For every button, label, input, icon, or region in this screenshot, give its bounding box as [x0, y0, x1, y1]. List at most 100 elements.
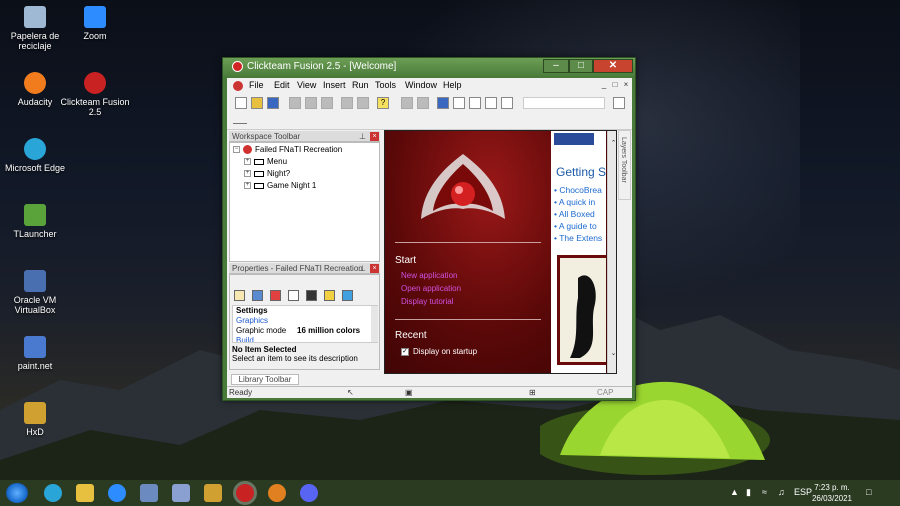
properties-close-button[interactable]: ×	[370, 264, 379, 273]
discord-icon[interactable]	[300, 484, 318, 502]
expand-icon[interactable]: +	[244, 158, 251, 166]
clickteam-icon[interactable]	[233, 481, 257, 505]
toolbar-combo-input[interactable]	[523, 97, 605, 109]
display-tutorial-link[interactable]: Display tutorial	[401, 297, 453, 306]
menu-insert[interactable]: Insert	[323, 80, 346, 90]
news-link[interactable]: • All Boxed	[554, 209, 595, 219]
network-icon[interactable]: ▮	[746, 487, 751, 498]
cut-icon[interactable]	[289, 97, 301, 109]
event-list-icon[interactable]	[485, 97, 497, 109]
hxd-icon[interactable]	[204, 484, 222, 502]
notifications-icon[interactable]: □	[866, 487, 871, 497]
open-folder-icon[interactable]	[251, 97, 263, 109]
menu-window[interactable]: Window	[405, 80, 437, 90]
tree-root[interactable]: − Failed FNaTI Recreation	[233, 145, 342, 155]
run-frame-icon[interactable]	[501, 97, 513, 109]
redo-icon[interactable]	[357, 97, 369, 109]
scroll-down-icon[interactable]: ⌄	[609, 349, 616, 358]
news-thumbnail-image[interactable]	[557, 255, 606, 365]
news-link[interactable]: • A guide to	[554, 221, 597, 231]
frame-editor-icon[interactable]	[453, 97, 465, 109]
new-application-link[interactable]: New application	[401, 271, 457, 280]
mdi-minimize-button[interactable]: _	[599, 81, 609, 90]
desktop-icon-hxd[interactable]: HxD	[0, 402, 70, 437]
menu-file[interactable]: File	[249, 80, 264, 90]
new-file-icon[interactable]	[235, 97, 247, 109]
taskbar: ▲ ▮ ≈ ♫ ESP 7:23 p. m. 26/03/2021 □	[0, 480, 900, 506]
forward-icon[interactable]	[417, 97, 429, 109]
tree-frame-item[interactable]: + Game Night 1	[244, 181, 316, 190]
firefox-icon[interactable]	[268, 484, 286, 502]
menu-view[interactable]: View	[297, 80, 316, 90]
expand-icon[interactable]: +	[244, 182, 251, 190]
menu-help[interactable]: Help	[443, 80, 462, 90]
pin-icon[interactable]: ⊥	[359, 263, 366, 274]
settings-tab-icon[interactable]	[234, 290, 245, 301]
help-icon[interactable]: ?	[377, 97, 389, 109]
storyboard-icon[interactable]	[437, 97, 449, 109]
copy-icon[interactable]	[305, 97, 317, 109]
close-button[interactable]: ✕	[593, 59, 633, 73]
maximize-button[interactable]: □	[569, 59, 593, 73]
back-icon[interactable]	[401, 97, 413, 109]
volume-icon[interactable]: ♫	[778, 487, 785, 497]
file-explorer-icon[interactable]	[76, 484, 94, 502]
news-link[interactable]: • ChocoBrea	[554, 185, 602, 195]
desktop-icon-paintnet[interactable]: paint.net	[0, 336, 70, 371]
desktop-icon-tlauncher[interactable]: TLauncher	[0, 204, 70, 239]
window-tab-icon[interactable]	[252, 290, 263, 301]
properties-scrollbar[interactable]	[371, 306, 378, 342]
values-tab-icon[interactable]	[288, 290, 299, 301]
library-toolbar-tab[interactable]: Library Toolbar	[231, 374, 299, 385]
start-button[interactable]	[6, 483, 28, 503]
window-client: File Edit View Insert Run Tools Window H…	[227, 78, 632, 398]
news-link[interactable]: • The Extens	[554, 233, 602, 243]
desktop-icon-virtualbox[interactable]: Oracle VM VirtualBox	[0, 270, 70, 315]
minimize-button[interactable]: –	[543, 59, 569, 73]
tree-frame-item[interactable]: + Night?	[244, 169, 290, 178]
document-icon[interactable]	[233, 81, 243, 91]
tree-frame-item[interactable]: + Menu	[244, 157, 287, 166]
desktop-icon-clickteam[interactable]: Clickteam Fusion 2.5	[60, 72, 130, 117]
layers-toolbar-tab[interactable]: Layers Toolbar	[618, 130, 631, 200]
toolbar-options-icon[interactable]	[613, 97, 625, 109]
checkbox-checked-icon[interactable]: ✓	[401, 347, 409, 356]
display-on-startup-checkbox[interactable]: ✓ Display on startup	[401, 347, 477, 356]
graphics-category[interactable]: Graphics	[233, 316, 371, 326]
expand-icon[interactable]: +	[244, 170, 251, 178]
toolbar-grip[interactable]	[233, 123, 247, 124]
pin-icon[interactable]: ⊥	[359, 131, 366, 142]
windows-tab-icon[interactable]	[342, 290, 353, 301]
title-bar[interactable]: Clickteam Fusion 2.5 - [Welcome] – □ ✕	[223, 58, 635, 76]
clock[interactable]: 7:23 p. m. 26/03/2021	[810, 482, 854, 504]
open-application-link[interactable]: Open application	[401, 284, 461, 293]
scroll-up-icon[interactable]: ⌃	[609, 139, 616, 148]
event-editor-icon[interactable]	[469, 97, 481, 109]
welcome-page: Start New application Open application D…	[384, 130, 617, 374]
save-icon[interactable]	[267, 97, 279, 109]
mdi-close-button[interactable]: ×	[621, 81, 631, 90]
edge-icon[interactable]	[44, 484, 62, 502]
undo-icon[interactable]	[341, 97, 353, 109]
menu-tools[interactable]: Tools	[375, 80, 396, 90]
runtime-tab-icon[interactable]	[270, 290, 281, 301]
desktop-icon-edge[interactable]: Microsoft Edge	[0, 138, 70, 173]
virtualbox-icon[interactable]	[140, 484, 158, 502]
events-tab-icon[interactable]	[306, 290, 317, 301]
wifi-icon[interactable]: ≈	[762, 487, 767, 497]
app-icon[interactable]	[172, 484, 190, 502]
tray-arrow-icon[interactable]: ▲	[730, 487, 739, 497]
desktop-icon-zoom[interactable]: Zoom	[60, 6, 130, 41]
news-link[interactable]: • A quick in	[554, 197, 595, 207]
workspace-close-button[interactable]: ×	[370, 132, 379, 141]
paste-icon[interactable]	[321, 97, 333, 109]
welcome-scrollbar[interactable]: ⌃ ⌄	[607, 131, 616, 373]
menu-run[interactable]: Run	[352, 80, 369, 90]
zoom-icon[interactable]	[108, 484, 126, 502]
graphic-mode-row[interactable]: Graphic mode 16 million colors	[233, 326, 371, 336]
about-tab-icon[interactable]	[324, 290, 335, 301]
menu-edit[interactable]: Edit	[274, 80, 290, 90]
mdi-restore-button[interactable]: □	[610, 81, 620, 90]
collapse-icon[interactable]: −	[233, 146, 240, 154]
graphic-mode-value[interactable]: 16 million colors	[297, 326, 360, 336]
